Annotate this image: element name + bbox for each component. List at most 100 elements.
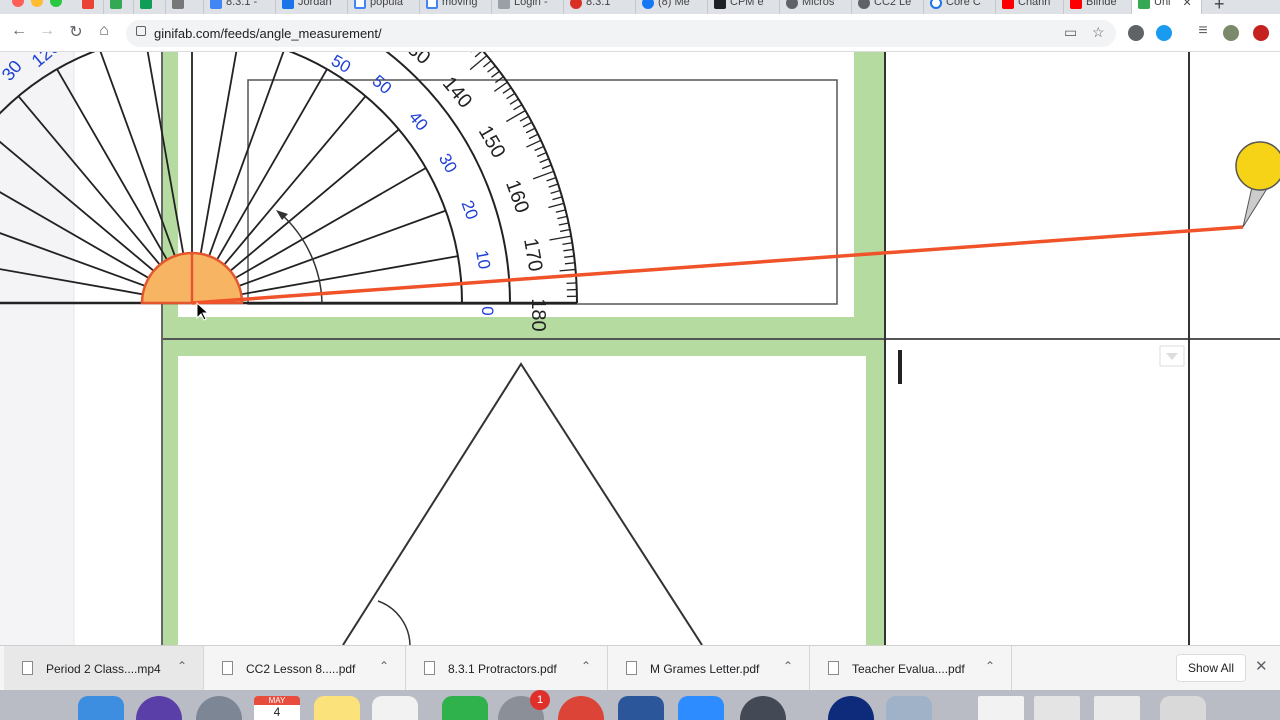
reading-list-icon[interactable]: ≡ <box>1193 22 1213 40</box>
home-icon[interactable]: ⌂ <box>94 22 114 40</box>
gmail-icon <box>82 0 94 9</box>
chevron-up-icon[interactable]: ⌃ <box>379 659 389 673</box>
tab-login[interactable]: Login - <box>492 0 564 14</box>
cast-icon[interactable]: ▭ <box>1064 24 1077 41</box>
word-icon[interactable] <box>618 696 664 720</box>
finder-icon[interactable] <box>78 696 124 720</box>
download-item[interactable]: M Grames Letter.pdf ⌃ <box>608 646 810 691</box>
close-icon[interactable]: ✕ <box>1255 657 1268 675</box>
globe-icon <box>786 0 798 9</box>
show-all-button[interactable]: Show All <box>1176 654 1246 682</box>
dropbox-icon[interactable] <box>828 696 874 720</box>
pdf-file-icon <box>222 661 233 675</box>
calendar-app-icon[interactable]: MAY 4 <box>254 696 300 720</box>
tab-youtube-1[interactable]: Chann <box>996 0 1064 14</box>
launchpad-icon[interactable] <box>196 696 242 720</box>
protractor-inner-label: 10 <box>472 249 494 271</box>
video-file-icon <box>22 661 33 675</box>
document-thumbnail[interactable] <box>1034 696 1080 720</box>
tab-calendar[interactable]: Jordan <box>276 0 348 14</box>
pdf-file-icon <box>626 661 637 675</box>
tab-core[interactable]: Core C <box>924 0 996 14</box>
protractor-inner-label: 0 <box>478 306 497 315</box>
chevron-up-icon[interactable]: ⌃ <box>783 659 793 673</box>
close-tab-icon[interactable]: ✕ <box>1183 0 1192 9</box>
tab-google-2[interactable]: moving <box>420 0 492 14</box>
extension-gray-icon[interactable] <box>1128 25 1144 41</box>
cpm-icon <box>714 0 726 9</box>
profile-avatar[interactable] <box>1223 25 1239 41</box>
numbers-icon[interactable] <box>442 696 488 720</box>
forward-icon[interactable]: → <box>37 22 57 40</box>
page-content: 130140150160170180504030201003012050 <box>0 52 1280 645</box>
calendar-day: 4 <box>273 705 281 719</box>
tab-active-ginifab[interactable]: Uni ✕ <box>1132 0 1202 14</box>
gear-red-icon <box>570 0 582 9</box>
extension-blue-icon[interactable] <box>1156 25 1172 41</box>
zoom-window-icon[interactable] <box>50 0 62 7</box>
lower-panel-area <box>178 356 866 645</box>
notes-icon[interactable] <box>314 696 360 720</box>
text-cursor <box>898 350 902 384</box>
browser-toolbar: ← → ↻ ⌂ ginifab.com/feeds/angle_measurem… <box>0 14 1280 52</box>
protractor-tick <box>566 282 577 285</box>
tab-831[interactable]: 8.3.1 <box>564 0 636 14</box>
url-text[interactable]: ginifab.com/feeds/angle_measurement/ <box>154 26 382 41</box>
address-bar[interactable]: ginifab.com/feeds/angle_measurement/ ▭ ☆ <box>126 20 1116 47</box>
download-item[interactable]: Teacher Evalua....pdf ⌃ <box>810 646 1012 691</box>
tab-drive[interactable] <box>104 0 134 14</box>
lock-icon <box>136 26 146 36</box>
chrome-icon[interactable] <box>558 696 604 720</box>
chevron-up-icon[interactable]: ⌃ <box>581 659 591 673</box>
extension-red-icon[interactable] <box>1253 25 1269 41</box>
google-icon <box>354 0 366 9</box>
tab-youtube-2[interactable]: Blinde <box>1064 0 1132 14</box>
document-thumbnail[interactable] <box>1094 696 1140 720</box>
angle-measurement-canvas[interactable]: 130140150160170180504030201003012050 <box>0 52 1280 645</box>
back-icon[interactable]: ← <box>9 22 29 40</box>
notification-badge: 1 <box>530 690 550 710</box>
youtube-icon <box>1002 0 1014 9</box>
download-item[interactable]: 8.3.1 Protractors.pdf ⌃ <box>406 646 608 691</box>
tab-sheets[interactable] <box>134 0 166 14</box>
siri-icon[interactable] <box>136 696 182 720</box>
new-tab-icon[interactable]: + <box>1214 0 1225 14</box>
calendar-month: MAY <box>254 696 300 705</box>
trash-icon[interactable] <box>1160 696 1206 720</box>
bookmark-star-icon[interactable]: ☆ <box>1092 24 1105 41</box>
calendar-icon <box>282 0 294 9</box>
tab-cc2[interactable]: CC2 Le <box>852 0 924 14</box>
pdf-file-icon <box>424 661 435 675</box>
tab-cpm[interactable]: CPM e <box>708 0 780 14</box>
left-margin <box>0 52 74 645</box>
reminders-icon[interactable] <box>372 696 418 720</box>
document-thumbnail[interactable] <box>978 696 1024 720</box>
download-item[interactable]: Period 2 Class....mp4 ⌃ <box>4 646 204 691</box>
close-window-icon[interactable] <box>12 0 24 7</box>
download-item[interactable]: CC2 Lesson 8.....pdf ⌃ <box>204 646 406 691</box>
rotation-knob[interactable] <box>1235 141 1280 191</box>
facebook-icon <box>642 0 654 9</box>
globe-icon <box>858 0 870 9</box>
search-icon <box>930 0 942 9</box>
tab-facebook[interactable]: (8) Me <box>636 0 708 14</box>
sheets-icon <box>140 0 152 9</box>
tab-google-1[interactable]: popula <box>348 0 420 14</box>
safari-icon[interactable] <box>740 696 786 720</box>
ginifab-icon <box>1138 0 1150 9</box>
google-icon <box>426 0 438 9</box>
minimize-window-icon[interactable] <box>31 0 43 7</box>
reload-icon[interactable]: ↻ <box>66 22 86 42</box>
tab-docs[interactable]: 8.3.1 - <box>204 0 276 14</box>
login-icon <box>498 0 510 9</box>
downloads-bar: Period 2 Class....mp4 ⌃ CC2 Lesson 8....… <box>0 645 1280 691</box>
chevron-up-icon[interactable]: ⌃ <box>177 659 187 673</box>
preview-icon[interactable] <box>886 696 932 720</box>
chevron-up-icon[interactable]: ⌃ <box>985 659 995 673</box>
tab-microsoft[interactable]: Micros <box>780 0 852 14</box>
tab-classroom[interactable] <box>166 0 204 14</box>
tab-gmail[interactable] <box>76 0 104 14</box>
classroom-icon <box>172 0 184 9</box>
zoom-icon[interactable] <box>678 696 724 720</box>
drive-icon <box>110 0 122 9</box>
